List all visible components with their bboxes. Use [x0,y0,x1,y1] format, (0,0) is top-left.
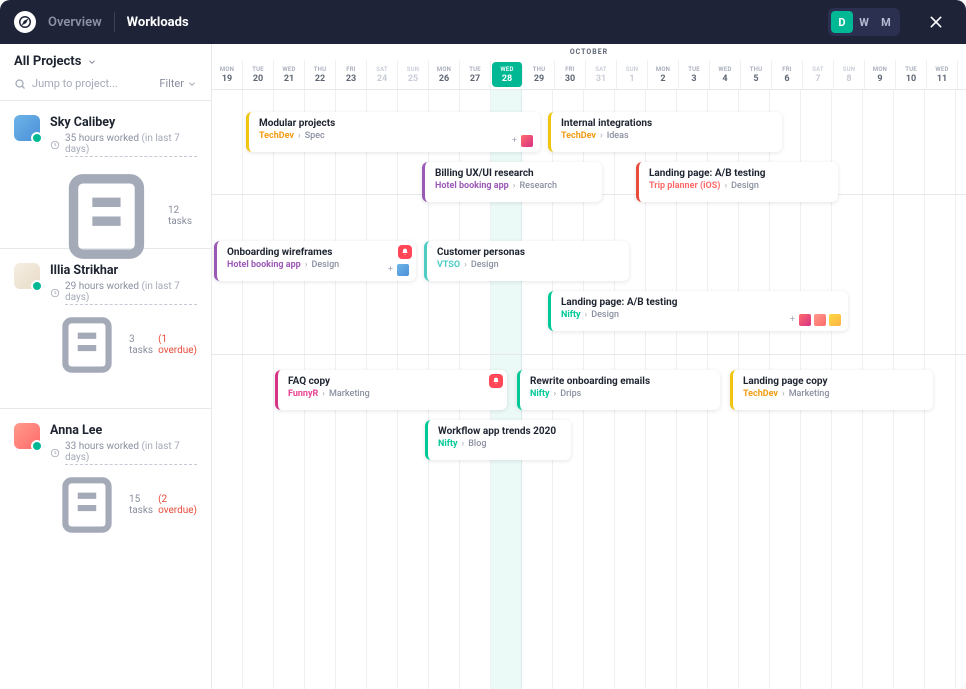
task-title: Onboarding wireframes [227,247,406,258]
task-card[interactable]: Billing UX/UI research Hotel booking app… [422,162,602,202]
task-card[interactable]: Modular projects TechDev›Spec + [246,112,540,152]
task-card[interactable]: Landing page: A/B testing Nifty›Design + [548,291,848,331]
task-title: Modular projects [259,118,530,129]
task-title: Customer personas [437,247,619,258]
assignee-avatar [396,263,410,277]
task-title: Landing page copy [743,376,923,387]
clock-icon [50,140,60,150]
compass-icon[interactable] [14,11,36,33]
search-icon [14,78,26,90]
task-title: Landing page: A/B testing [561,297,838,308]
assignee-avatar [813,313,827,327]
task-title: Internal integrations [561,118,772,129]
header-separator [114,12,115,32]
bell-icon [489,374,503,388]
task-card[interactable]: FAQ copy FunnyR›Marketing [275,370,507,410]
task-title: FAQ copy [288,376,497,387]
task-card[interactable]: Rewrite onboarding emails Nifty›Drips [517,370,720,410]
tasks-count: 12 tasks [168,205,197,227]
person-row[interactable]: Illia Strikhar 29 hours worked (in last … [0,248,211,408]
assignee-avatar [798,313,812,327]
note-icon [50,308,124,382]
tasks-count: 15 tasks [129,494,153,516]
avatar [14,263,40,289]
task-card[interactable]: Workflow app trends 2020 Nifty›Blog [425,420,571,460]
note-icon [50,160,163,273]
task-card[interactable]: Customer personas VTSO›Design [424,241,629,281]
person-row[interactable]: Sky Calibey 35 hours worked (in last 7 d… [0,101,211,248]
task-card[interactable]: Internal integrations TechDev›Ideas [548,112,782,152]
person-row[interactable]: Anna Lee 33 hours worked (in last 7 days… [0,408,211,554]
task-layer: Modular projects TechDev›Spec + Internal… [212,44,966,689]
search-input[interactable]: Jump to project... [14,77,159,90]
project-selector-label: All Projects [14,54,81,69]
person-name: Illia Strikhar [50,263,197,278]
page-title: Workloads [127,15,189,30]
person-name: Anna Lee [50,423,197,438]
project-selector[interactable]: All Projects [0,44,211,73]
clock-icon [50,448,60,458]
note-icon [50,468,124,542]
view-day-button[interactable]: D [831,11,853,33]
assignee-avatar [828,313,842,327]
task-title: Billing UX/UI research [435,168,592,179]
close-button[interactable] [920,6,952,38]
chevron-down-icon [87,57,97,67]
task-title: Landing page: A/B testing [649,168,828,179]
tasks-count: 3 tasks [129,334,153,356]
assignee-avatar [520,134,534,148]
app-header: Overview Workloads D W M [0,0,966,44]
sidebar: All Projects Jump to project... Filter S… [0,44,212,689]
bell-icon [398,245,412,259]
overdue-count: (1 overdue) [158,334,197,356]
breadcrumb-overview[interactable]: Overview [48,15,102,30]
view-range-toggle: D W M [828,8,900,36]
person-name: Sky Calibey [50,115,197,130]
chevron-down-icon [187,79,197,89]
task-card[interactable]: Landing page copy TechDev›Marketing [730,370,933,410]
avatar [14,423,40,449]
clock-icon [50,288,60,298]
task-title: Workflow app trends 2020 [438,426,561,437]
view-week-button[interactable]: W [853,11,875,33]
avatar [14,115,40,141]
task-card[interactable]: Onboarding wireframes Hotel booking app›… [214,241,416,281]
filter-button[interactable]: Filter [159,77,197,90]
task-title: Rewrite onboarding emails [530,376,710,387]
task-card[interactable]: Landing page: A/B testing Trip planner (… [636,162,838,202]
timeline: OCTOBER MON19TUE20WED21THU22FRI23SAT24SU… [212,44,966,689]
search-placeholder: Jump to project... [32,77,118,90]
view-month-button[interactable]: M [875,11,897,33]
overdue-count: (2 overdue) [158,494,197,516]
